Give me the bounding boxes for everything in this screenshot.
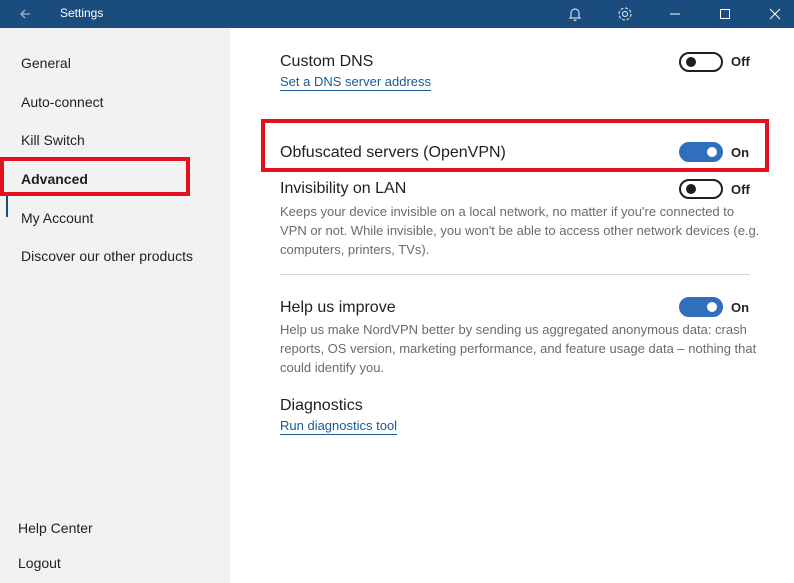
obfuscated-servers-toggle[interactable] — [679, 142, 723, 162]
custom-dns-toggle[interactable] — [679, 52, 723, 72]
sidebar-item-auto-connect[interactable]: Auto-connect — [21, 94, 104, 110]
help-improve-description: Help us make NordVPN better by sending u… — [280, 322, 757, 375]
title-bar: Settings — [0, 0, 794, 28]
run-diagnostics-link[interactable]: Run diagnostics tool — [280, 418, 398, 435]
toggle-knob — [686, 57, 696, 67]
sidebar-item-my-account[interactable]: My Account — [21, 210, 93, 226]
gear-icon[interactable] — [615, 4, 635, 24]
toggle-knob — [707, 302, 717, 312]
help-improve-toggle[interactable] — [679, 297, 723, 317]
diagnostics-title: Diagnostics — [280, 397, 363, 414]
bell-icon[interactable] — [565, 4, 585, 24]
invisibility-lan-toggle[interactable] — [679, 179, 723, 199]
obfuscated-servers-state: On — [731, 145, 750, 160]
sidebar-item-discover-products[interactable]: Discover our other products — [21, 248, 193, 264]
invisibility-lan-state: Off — [731, 182, 750, 197]
custom-dns-title: Custom DNS — [280, 53, 374, 70]
sidebar-item-general[interactable]: General — [21, 55, 71, 71]
custom-dns-state: Off — [731, 54, 750, 69]
sidebar: General Auto-connect Kill Switch Advance… — [0, 28, 230, 583]
section-divider — [280, 274, 750, 275]
invisibility-lan-description: Keeps your device invisible on a local n… — [280, 204, 760, 257]
maximize-icon[interactable] — [715, 4, 735, 24]
toggle-knob — [707, 147, 717, 157]
sidebar-item-logout[interactable]: Logout — [18, 555, 61, 571]
obfuscated-servers-title: Obfuscated servers (OpenVPN) — [280, 144, 506, 161]
minimize-icon[interactable] — [665, 4, 685, 24]
window-title: Settings — [60, 6, 104, 20]
sidebar-item-kill-switch[interactable]: Kill Switch — [21, 132, 85, 148]
sidebar-item-help-center[interactable]: Help Center — [18, 520, 93, 536]
help-improve-state: On — [731, 300, 750, 315]
back-arrow-icon[interactable] — [16, 4, 36, 24]
invisibility-lan-title: Invisibility on LAN — [280, 180, 407, 197]
set-dns-link[interactable]: Set a DNS server address — [280, 74, 432, 91]
close-icon[interactable] — [765, 4, 785, 24]
help-improve-title: Help us improve — [280, 299, 396, 316]
active-nav-indicator — [6, 193, 8, 217]
advanced-highlight-box — [0, 157, 190, 196]
toggle-knob — [686, 184, 696, 194]
